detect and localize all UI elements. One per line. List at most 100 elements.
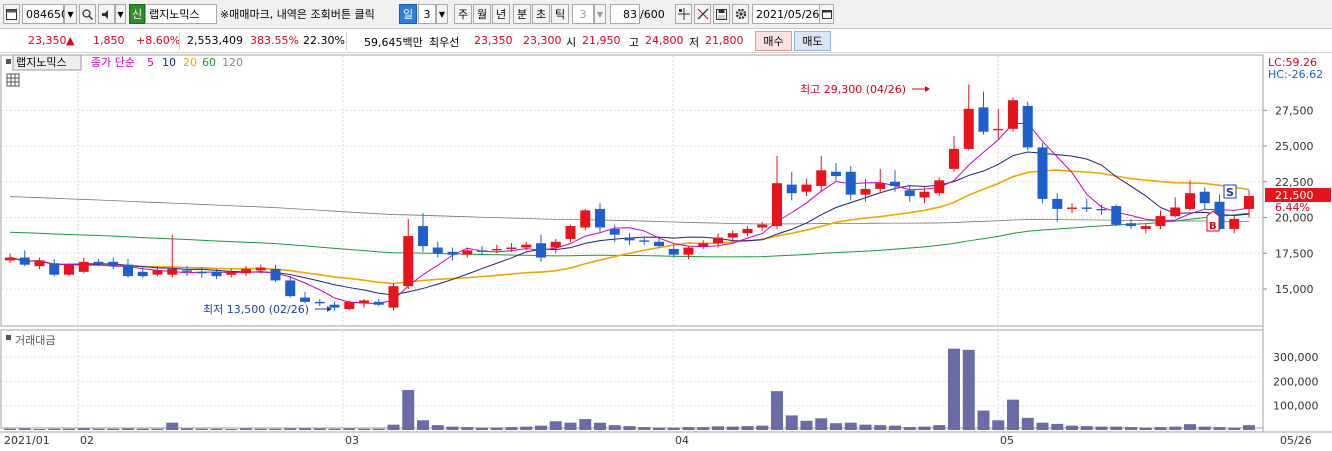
sound-icon[interactable] [98, 4, 115, 24]
stock-code-input[interactable]: 084650 [22, 4, 68, 24]
legend-ma-20: 20 [183, 56, 197, 69]
tick-value-input[interactable]: 3 [572, 4, 594, 24]
volume-bar [918, 426, 931, 430]
volume-bar [372, 428, 385, 430]
sound-dropdown-icon[interactable]: ▼ [115, 4, 126, 24]
up-arrow-icon: ▲ [66, 34, 75, 47]
volume-bar [726, 426, 739, 430]
volume-bar [77, 428, 90, 430]
tick-dropdown-icon[interactable]: ▼ [594, 4, 606, 24]
search-icon[interactable] [79, 4, 96, 24]
volume-bar [1154, 427, 1167, 430]
candle [580, 208, 591, 231]
draw-tool-icon[interactable] [694, 4, 711, 24]
volume-bar [1184, 424, 1196, 430]
table-icon[interactable] [6, 73, 20, 87]
day-multiplier-dropdown-icon[interactable]: ▼ [436, 4, 448, 24]
volume-bar [431, 425, 444, 430]
candle [64, 263, 74, 277]
x-axis-label: 03 [345, 434, 359, 447]
trade-volume: 2,553,409 [187, 34, 243, 47]
legend-stock-name: 랩지노믹스 [16, 56, 67, 69]
volume-bar [476, 427, 488, 430]
volume-bar [697, 427, 710, 430]
stock-name-field[interactable]: 랩지노믹스 [145, 4, 217, 24]
volume-bar [1051, 423, 1064, 430]
price-tick-label: 17,500 [1275, 247, 1314, 260]
volume-bar [1110, 426, 1123, 430]
count-input[interactable]: 83 [610, 4, 640, 24]
volume-bar [1125, 427, 1137, 430]
volume-bar [948, 348, 960, 430]
low-label: 저 [689, 36, 700, 49]
day-multiplier-input[interactable]: 3 [418, 4, 436, 24]
volume-bar [33, 429, 46, 431]
high-label: 고 [629, 36, 640, 49]
current-pct-label: 6.44% [1275, 201, 1310, 214]
period-weekly-tab[interactable]: 주 [454, 4, 472, 24]
volume-bar [417, 420, 429, 430]
volume-bar [1228, 427, 1241, 430]
volume-bar [1213, 427, 1226, 430]
sell-button[interactable]: 매도 [794, 31, 831, 51]
period-minute-tab[interactable]: 분 [513, 4, 531, 24]
date-input[interactable]: 2021/05/26 [752, 4, 824, 24]
calendar-icon[interactable] [819, 4, 834, 24]
price-change-pct: +8.60% [136, 34, 181, 47]
code-dropdown-icon[interactable]: ▼ [64, 4, 77, 24]
volume-bar [1095, 426, 1108, 430]
period-second-tab[interactable]: 초 [532, 4, 550, 24]
volume-bar [800, 420, 813, 430]
period-tick-tab[interactable]: 틱 [551, 4, 569, 24]
volume-bar [712, 426, 724, 430]
price-chart[interactable]: 랩지노믹스 종가 단순 5 10 20 60 120 LC:59.26 HC:-… [0, 53, 1332, 451]
x-axis-label: 05/26 [1280, 434, 1312, 447]
volume-bar [830, 423, 842, 430]
volume-bar [505, 427, 518, 430]
settings-gear-icon[interactable] [732, 4, 749, 24]
volume-bar [402, 389, 415, 430]
period-yearly-tab[interactable]: 년 [492, 4, 510, 24]
sell-signal-marker[interactable]: S [1223, 184, 1237, 199]
low-annotation: 최저 13,500 (02/26) [203, 303, 309, 316]
volume-bar [343, 428, 356, 430]
candle [344, 300, 355, 311]
legend-ma-10: 10 [162, 56, 176, 69]
legend-ma-120: 120 [222, 56, 243, 69]
volume-bar [313, 428, 326, 430]
volume-bar [195, 428, 208, 430]
save-icon[interactable] [713, 4, 730, 24]
volume-bar [608, 425, 621, 430]
x-axis-label: 02 [80, 434, 94, 447]
volume-bar [564, 422, 577, 430]
hc-label: HC:-26.62 [1268, 68, 1323, 81]
volume-bar [4, 428, 16, 430]
quote-bar: 23,350 ▲ 1,850 +8.60% 2,553,409 383.55% … [0, 29, 1332, 53]
volume-bar [962, 349, 975, 430]
volume-bar [933, 425, 946, 430]
volume-bar [210, 428, 223, 430]
candle [1111, 204, 1122, 227]
volume-bar [1243, 425, 1255, 430]
volume-bar [859, 424, 872, 430]
volume-bar [1007, 399, 1019, 430]
crosshair-icon[interactable] [675, 4, 692, 24]
price-panel [0, 54, 1264, 327]
turnover-rate: 22.30% [303, 34, 345, 47]
volume-bar [520, 426, 533, 430]
x-axis-label: 2021/01 [4, 434, 50, 447]
buy-button[interactable]: 매수 [755, 31, 792, 51]
volume-panel [0, 329, 1264, 429]
volume-bar [240, 428, 252, 430]
period-daily-tab[interactable]: 일 [399, 4, 417, 24]
best-bid: 23,300 [523, 34, 562, 47]
volume-bar [889, 425, 901, 430]
svg-text:B: B [1209, 221, 1217, 232]
buy-signal-marker[interactable]: B [1206, 210, 1220, 232]
volume-bar [136, 428, 149, 430]
period-monthly-tab[interactable]: 월 [473, 4, 491, 24]
volume-bar [903, 427, 916, 430]
credit-badge: 신 [129, 4, 145, 24]
best-ask: 23,350 [474, 34, 513, 47]
window-icon[interactable] [3, 4, 20, 24]
